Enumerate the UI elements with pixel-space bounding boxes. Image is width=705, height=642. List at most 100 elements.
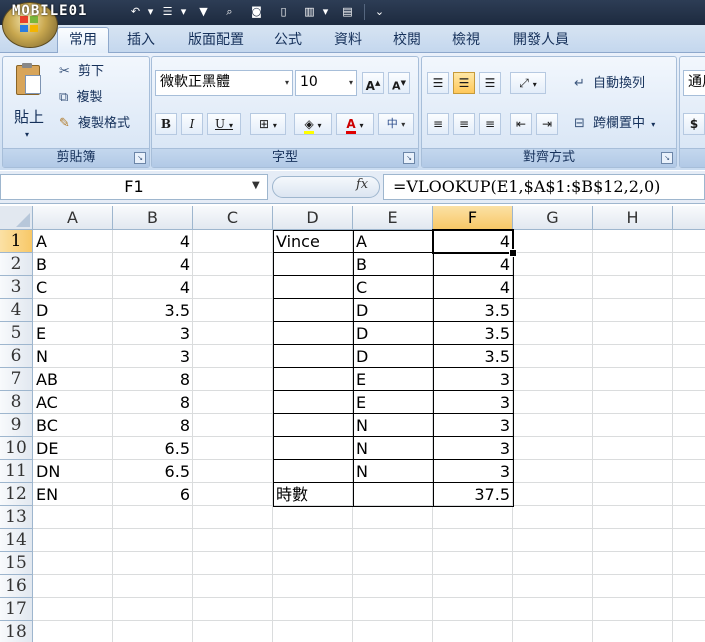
cell-a9[interactable]: BC <box>33 414 113 437</box>
cell-b9[interactable]: 8 <box>113 414 193 437</box>
cut-button[interactable]: ✂ 剪下 <box>59 62 104 82</box>
dialog-launcher-icon[interactable]: ↘ <box>134 152 146 164</box>
tab-developer[interactable]: 開發人員 <box>503 28 579 52</box>
cell-e10[interactable]: N <box>353 437 433 460</box>
cell-f12[interactable]: 37.5 <box>433 483 513 506</box>
cell-a8[interactable]: AC <box>33 391 113 414</box>
row-header[interactable]: 15 <box>0 552 33 575</box>
row-header[interactable]: 4 <box>0 299 33 322</box>
merge-center-button[interactable]: ⊟ 跨欄置中 ▾ <box>574 114 655 135</box>
row-header[interactable]: 10 <box>0 437 33 460</box>
tab-formulas[interactable]: 公式 <box>266 28 310 52</box>
cell-e1[interactable]: A <box>353 230 433 253</box>
column-header-f[interactable]: F <box>433 206 513 230</box>
paste-button[interactable]: 貼上 ▾ <box>7 61 49 141</box>
dropdown-arrow-icon[interactable]: ▾ <box>143 4 158 19</box>
cell-e5[interactable]: D <box>353 322 433 345</box>
row-header[interactable]: 3 <box>0 276 33 299</box>
column-header-c[interactable]: C <box>193 206 273 230</box>
column-header-e[interactable]: E <box>353 206 433 230</box>
cell-a6[interactable]: N <box>33 345 113 368</box>
cell-e9[interactable]: N <box>353 414 433 437</box>
row-header[interactable]: 12 <box>0 483 33 506</box>
fill-handle[interactable] <box>509 249 517 257</box>
column-header-i[interactable] <box>673 206 705 230</box>
italic-icon[interactable]: I <box>181 113 203 135</box>
column-header-b[interactable]: B <box>113 206 193 230</box>
cell-e8[interactable]: E <box>353 391 433 414</box>
underline-icon[interactable]: U ▾ <box>207 113 241 135</box>
cell-d12[interactable]: 時數 <box>273 483 353 506</box>
column-header-g[interactable]: G <box>513 206 593 230</box>
tab-home[interactable]: 常用 <box>57 27 109 53</box>
worksheet-grid[interactable]: A B C D E F G H 1 2 3 4 5 6 7 8 9 10 11 … <box>0 206 705 642</box>
row-header[interactable]: 16 <box>0 575 33 598</box>
align-bottom-icon[interactable]: ☰ <box>479 72 501 94</box>
tab-review[interactable]: 校閱 <box>385 28 429 52</box>
cell-e4[interactable]: D <box>353 299 433 322</box>
cell-b12[interactable]: 6 <box>113 483 193 506</box>
dialog-launcher-icon[interactable]: ↘ <box>403 152 415 164</box>
cell-f6[interactable]: 3.5 <box>433 345 513 368</box>
tab-data[interactable]: 資料 <box>326 28 370 52</box>
cell-f10[interactable]: 3 <box>433 437 513 460</box>
customize-toolbar-icon[interactable]: ⌄ <box>372 4 387 19</box>
camera-icon[interactable]: ◙ <box>249 4 264 19</box>
copy-button[interactable]: ⧉ 複製 <box>59 88 102 108</box>
row-header[interactable]: 13 <box>0 506 33 529</box>
cell-b5[interactable]: 3 <box>113 322 193 345</box>
cell-f4[interactable]: 3.5 <box>433 299 513 322</box>
cell-a12[interactable]: EN <box>33 483 113 506</box>
orientation-icon[interactable]: ⤢ ▾ <box>510 72 546 94</box>
align-top-icon[interactable]: ☰ <box>427 72 449 94</box>
cell-f3[interactable]: 4 <box>433 276 513 299</box>
row-header[interactable]: 9 <box>0 414 33 437</box>
cell-e11[interactable]: N <box>353 460 433 483</box>
currency-format-button[interactable]: $ <box>683 113 705 135</box>
align-left-icon[interactable]: ≡ <box>427 113 449 135</box>
row-header[interactable]: 7 <box>0 368 33 391</box>
dropdown-arrow-icon[interactable]: ▾ <box>318 4 333 19</box>
formula-input[interactable]: =VLOOKUP(E1,$A$1:$B$12,2,0) <box>383 174 705 200</box>
cell-a10[interactable]: DE <box>33 437 113 460</box>
insert-function-icon[interactable]: fx <box>356 177 368 192</box>
cell-e7[interactable]: E <box>353 368 433 391</box>
increase-indent-icon[interactable]: ⇥ <box>536 113 558 135</box>
cell-e3[interactable]: C <box>353 276 433 299</box>
cell-a7[interactable]: AB <box>33 368 113 391</box>
column-header-a[interactable]: A <box>33 206 113 230</box>
row-header[interactable]: 2 <box>0 253 33 276</box>
cell-b10[interactable]: 6.5 <box>113 437 193 460</box>
format-painter-button[interactable]: ✎ 複製格式 <box>59 114 130 134</box>
new-document-icon[interactable]: ▯ <box>276 4 291 19</box>
row-header[interactable]: 14 <box>0 529 33 552</box>
row-header[interactable]: 18 <box>0 621 33 642</box>
cell-b4[interactable]: 3.5 <box>113 299 193 322</box>
borders-icon[interactable]: ⊞ ▾ <box>250 113 286 135</box>
cell-a5[interactable]: E <box>33 322 113 345</box>
cell-e2[interactable]: B <box>353 253 433 276</box>
cell-f9[interactable]: 3 <box>433 414 513 437</box>
cell-f8[interactable]: 3 <box>433 391 513 414</box>
cell-b1[interactable]: 4 <box>113 230 193 253</box>
row-header[interactable]: 8 <box>0 391 33 414</box>
shrink-font-icon[interactable]: A▼ <box>388 72 410 94</box>
cell-a3[interactable]: C <box>33 276 113 299</box>
print-preview-icon[interactable]: ⌕ <box>222 4 237 19</box>
filter-icon[interactable]: ▼ <box>196 4 211 19</box>
column-header-d[interactable]: D <box>273 206 353 230</box>
row-header[interactable]: 17 <box>0 598 33 621</box>
tab-insert[interactable]: 插入 <box>119 28 163 52</box>
cell-b3[interactable]: 4 <box>113 276 193 299</box>
font-size-select[interactable]: 10 ▾ <box>295 70 357 96</box>
dialog-launcher-icon[interactable]: ↘ <box>661 152 673 164</box>
cell-a2[interactable]: B <box>33 253 113 276</box>
row-header[interactable]: 11 <box>0 460 33 483</box>
tab-page-layout[interactable]: 版面配置 <box>178 28 254 52</box>
cell-b7[interactable]: 8 <box>113 368 193 391</box>
cell-f2[interactable]: 4 <box>433 253 513 276</box>
cell-d1[interactable]: Vince <box>273 230 353 253</box>
tab-view[interactable]: 檢視 <box>444 28 488 52</box>
chevron-down-icon[interactable]: ▼ <box>252 174 260 198</box>
decrease-indent-icon[interactable]: ⇤ <box>510 113 532 135</box>
